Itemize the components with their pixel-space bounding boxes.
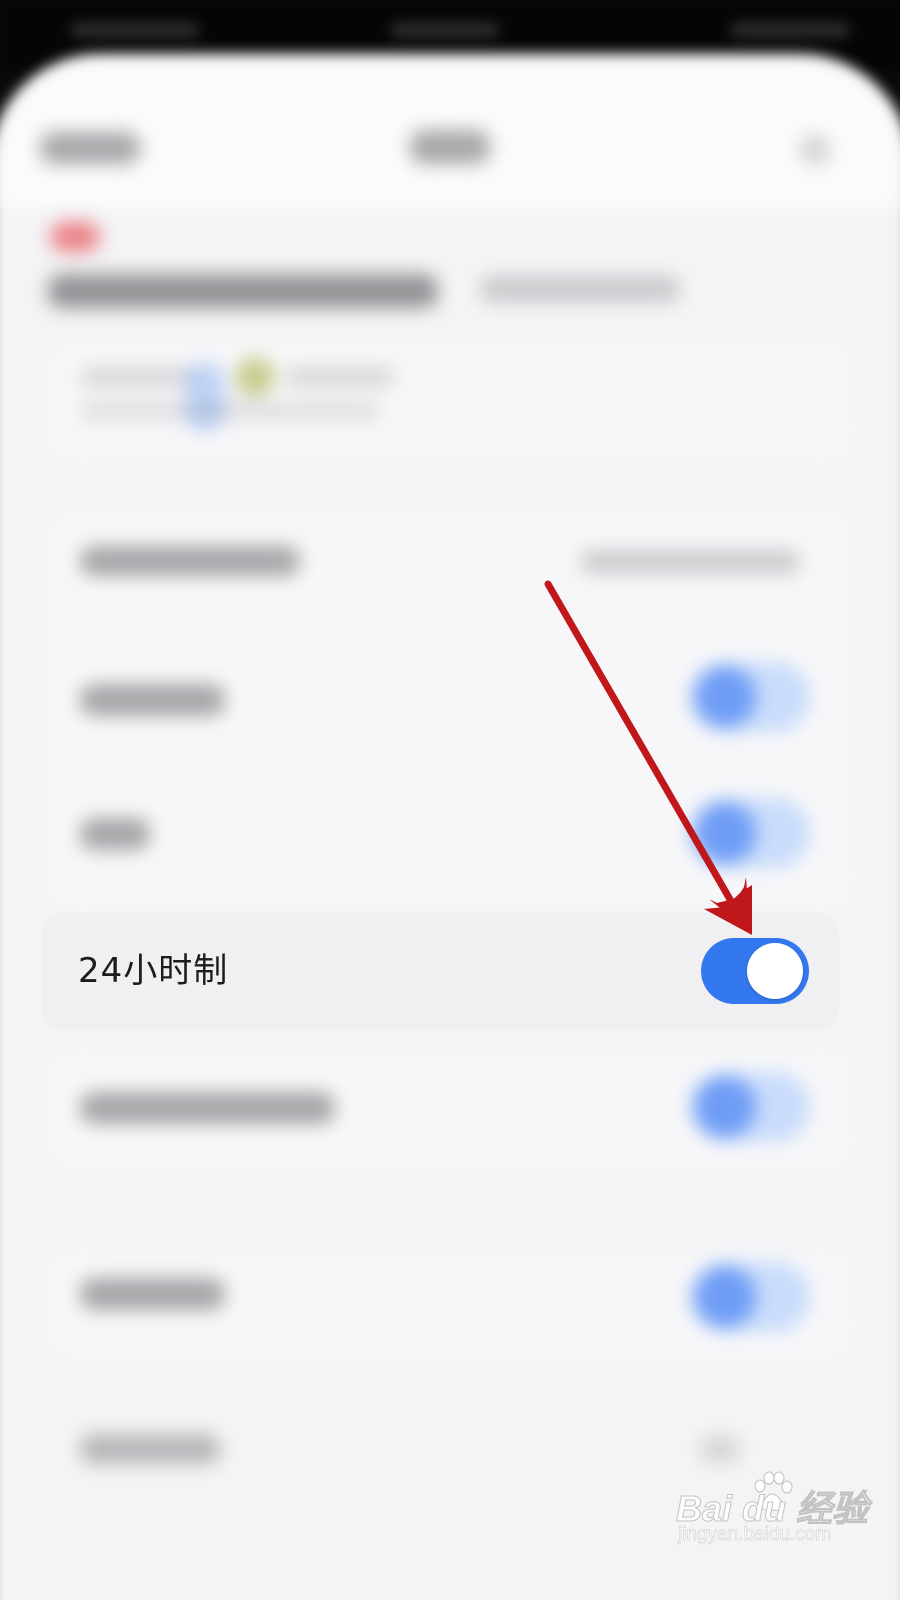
blurred-row-value-1 xyxy=(580,550,800,574)
watermark-url: jingyan.baidu.com xyxy=(678,1524,832,1546)
blurred-row-value-6 xyxy=(700,1436,740,1462)
blurred-row-label-2 xyxy=(80,684,225,716)
blurred-toggle-3 xyxy=(690,798,810,868)
blurred-row-label-3 xyxy=(80,818,150,850)
phone-screen: 24小时制 Bai du 经验 jingyan.baidu.com xyxy=(0,0,900,1600)
baidu-jingyan-watermark: Bai du 经验 jingyan.baidu.com xyxy=(672,1468,872,1558)
blurred-back-button xyxy=(40,132,140,164)
blurred-heading xyxy=(48,274,438,308)
blurred-row-label-5 xyxy=(80,1278,225,1310)
blurred-toggle-2 xyxy=(690,662,810,732)
blurred-nav-title xyxy=(410,130,490,164)
24-hour-toggle-switch[interactable] xyxy=(701,938,809,1004)
blurred-toggle-4 xyxy=(690,1072,810,1142)
setting-label: 24小时制 xyxy=(78,951,229,991)
toggle-knob xyxy=(747,943,803,999)
blurred-toggle-5 xyxy=(690,1262,810,1332)
blurred-preview-card xyxy=(45,342,855,462)
blurred-row-label-6 xyxy=(80,1434,220,1464)
blurred-background-content xyxy=(0,0,900,1600)
setting-row-24-hour-time: 24小时制 xyxy=(42,912,839,1030)
blurred-nav-action xyxy=(800,135,830,165)
blurred-heading-aside xyxy=(480,276,680,302)
blurred-row-label-1 xyxy=(80,546,300,576)
blurred-red-dot xyxy=(50,222,100,252)
blurred-row-label-4 xyxy=(80,1092,335,1124)
